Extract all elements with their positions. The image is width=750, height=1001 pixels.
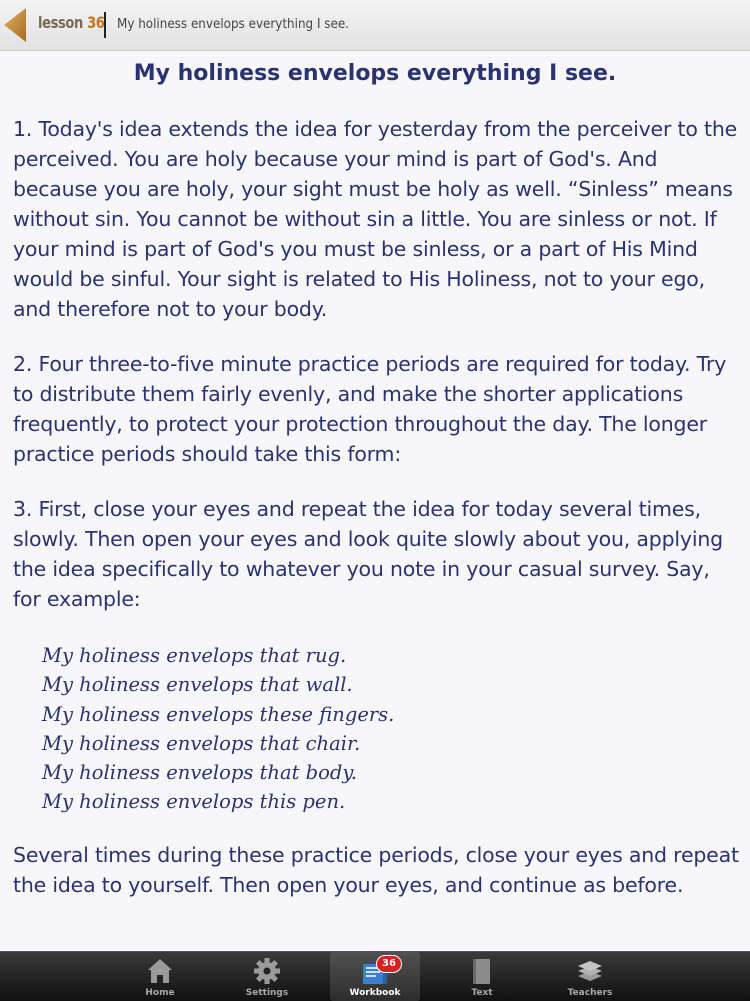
back-arrow-icon (4, 8, 26, 42)
header-subtitle: My holiness envelops everything I see. (117, 17, 350, 32)
gear-icon (254, 958, 280, 984)
tab-teachers[interactable]: Teachers (545, 952, 635, 1001)
paragraph-3: 3. First, close your eyes and repeat the… (13, 497, 723, 611)
example-item: My holiness envelops that chair. (42, 731, 361, 755)
tab-label: Settings (245, 988, 289, 998)
example-item: My holiness envelops that wall. (42, 673, 353, 697)
tab-label: Text (471, 988, 493, 998)
example-list: My holiness envelops that rug. My holine… (42, 641, 394, 817)
tab-label: Home (145, 988, 175, 998)
paragraph-1: 1. Today's idea extends the idea for yes… (13, 117, 738, 321)
tab-bar: Home Settings 36 Workbook Text Teachers (0, 951, 750, 1001)
home-icon (148, 959, 172, 983)
tab-label: Teachers (567, 988, 613, 998)
tab-home[interactable]: Home (115, 952, 205, 1001)
lesson-prefix: lesson (38, 13, 83, 32)
tab-settings[interactable]: Settings (222, 952, 312, 1001)
example-item: My holiness envelops this pen. (42, 790, 346, 814)
page-title: My holiness envelops everything I see. (133, 61, 617, 86)
example-item: My holiness envelops these fingers. (42, 702, 395, 726)
example-item: My holiness envelops that rug. (42, 644, 347, 667)
tab-workbook[interactable]: 36 Workbook (330, 952, 420, 1001)
book-icon (473, 959, 490, 984)
tab-label: Workbook (349, 988, 401, 998)
books-stack-icon (578, 961, 602, 981)
lesson-number: 36 (87, 13, 105, 32)
tab-text[interactable]: Text (437, 952, 527, 1001)
top-bar: lesson 36 My holiness envelops everythin… (0, 0, 750, 51)
example-item: My holiness envelops that body. (42, 761, 357, 785)
back-button[interactable] (2, 6, 28, 44)
paragraph-2: 2. Four three-to-five minute practice pe… (13, 352, 727, 466)
workbook-badge: 36 (376, 955, 402, 973)
paragraph-4: Several times during these practice peri… (13, 843, 739, 897)
lesson-indicator: lesson 36 (38, 13, 105, 32)
lesson-content[interactable]: My holiness envelops everything I see. 1… (0, 51, 750, 951)
header-divider (104, 12, 106, 38)
